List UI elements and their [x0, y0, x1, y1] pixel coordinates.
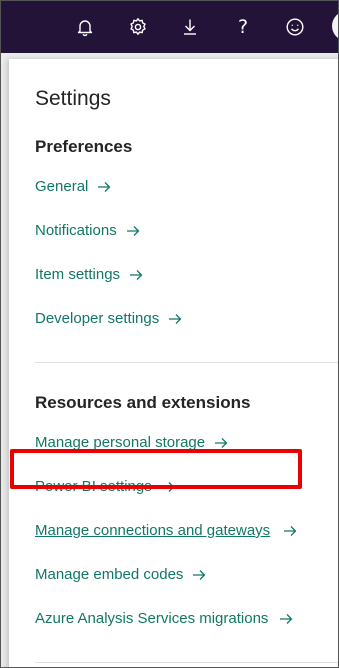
arrow-right-icon: [279, 613, 293, 625]
link-label: Item settings: [35, 266, 121, 283]
arrow-right-icon: [283, 525, 297, 537]
link-label: Manage connections and gateways: [35, 522, 271, 539]
arrow-right-icon: [168, 313, 182, 325]
general-link[interactable]: General: [35, 178, 111, 195]
link-label: Azure Analysis Services migrations: [35, 610, 269, 627]
settings-panel: Settings Preferences General Notificatio…: [9, 59, 338, 667]
resources-heading: Resources and extensions: [35, 393, 251, 412]
azure-analysis-services-migrations-link[interactable]: Azure Analysis Services migrations: [35, 610, 293, 627]
smiley-icon[interactable]: [283, 15, 307, 39]
notifications-link[interactable]: Notifications: [35, 222, 140, 239]
manage-connections-gateways-link[interactable]: Manage connections and gateways: [35, 522, 297, 539]
link-label: General: [35, 178, 89, 195]
arrow-right-icon: [129, 269, 143, 281]
link-label: Manage embed codes: [35, 566, 184, 583]
bell-icon[interactable]: [73, 15, 97, 39]
arrow-right-icon: [192, 569, 206, 581]
help-glyph: ?: [237, 15, 249, 38]
screenshot-frame: ? Settings Preferences General Notificat…: [0, 0, 339, 668]
section-divider: [35, 362, 338, 363]
gear-icon[interactable]: [126, 15, 150, 39]
link-label: Notifications: [35, 222, 117, 239]
top-bar: ?: [1, 1, 338, 53]
power-bi-settings-link[interactable]: Power BI settings: [35, 478, 175, 495]
download-icon[interactable]: [178, 15, 202, 39]
manage-personal-storage-link[interactable]: Manage personal storage: [35, 434, 228, 451]
arrow-right-icon: [161, 481, 175, 493]
item-settings-link[interactable]: Item settings: [35, 266, 143, 283]
preferences-heading: Preferences: [35, 137, 133, 156]
link-label: Developer settings: [35, 310, 160, 327]
section-divider: [35, 662, 338, 663]
avatar[interactable]: [332, 11, 338, 41]
developer-settings-link[interactable]: Developer settings: [35, 310, 182, 327]
manage-embed-codes-link[interactable]: Manage embed codes: [35, 566, 206, 583]
arrow-right-icon: [214, 437, 228, 449]
link-label: Power BI settings: [35, 478, 152, 495]
help-icon[interactable]: ?: [231, 15, 255, 39]
arrow-right-icon: [126, 225, 140, 237]
arrow-right-icon: [97, 181, 111, 193]
link-label: Manage personal storage: [35, 434, 206, 451]
panel-title: Settings: [35, 87, 111, 110]
